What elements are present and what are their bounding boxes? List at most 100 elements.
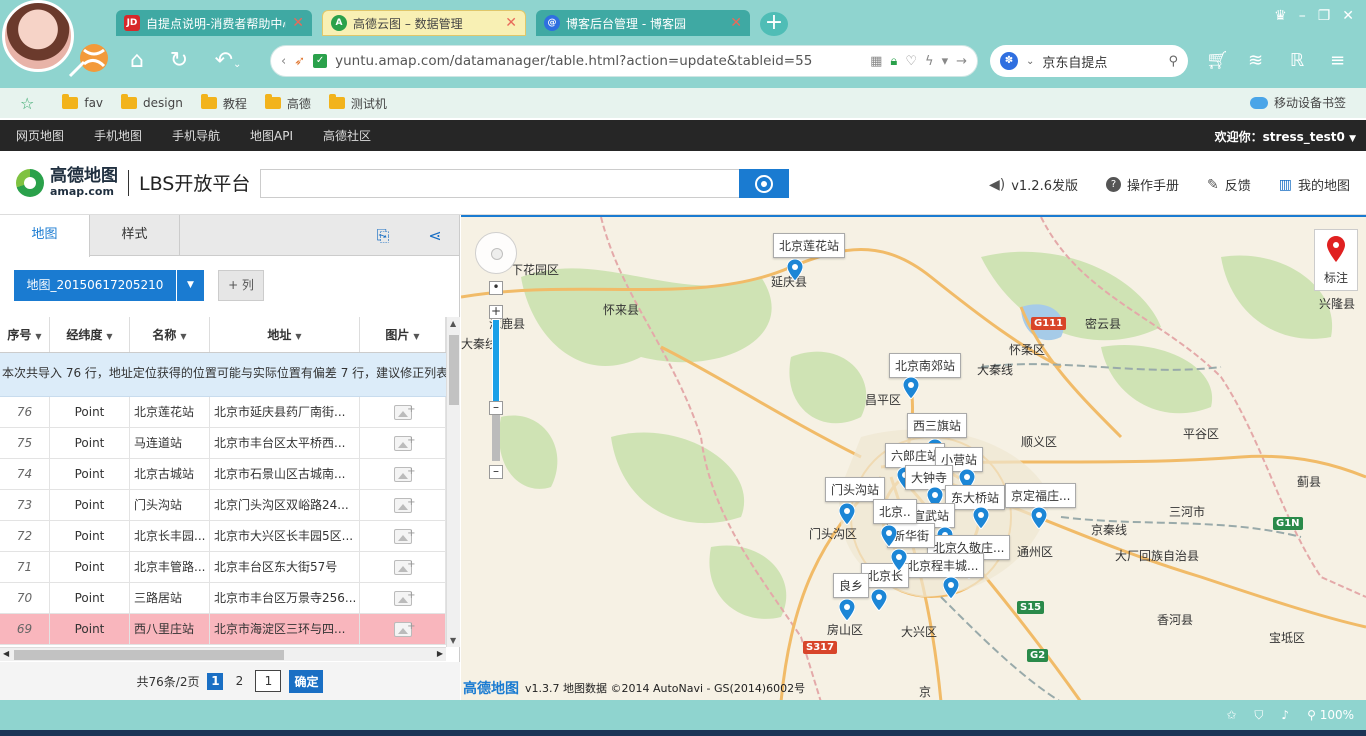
add-column-button[interactable]: + 列 bbox=[218, 270, 264, 301]
map-pan-control[interactable] bbox=[475, 232, 517, 274]
mobile-bookmarks[interactable]: 移动设备书签 bbox=[1249, 94, 1346, 111]
row-id[interactable]: 76 bbox=[0, 397, 50, 427]
col-header-image[interactable]: 图片 ▼ bbox=[360, 317, 446, 352]
row-id[interactable]: 73 bbox=[0, 490, 50, 520]
shield-icon[interactable]: ⛉ bbox=[1254, 708, 1263, 723]
table-row[interactable]: 70 Point 三路居站 北京市丰台区万景寺256... bbox=[0, 583, 446, 614]
tab-map[interactable]: 地图 bbox=[0, 215, 90, 257]
refresh-icon[interactable]: ↻ bbox=[166, 48, 192, 74]
row-address[interactable]: 北京市石景山区古城南... bbox=[210, 459, 360, 489]
nav-web-map[interactable]: 网页地图 bbox=[16, 127, 64, 144]
extension-icon[interactable]: ℝ bbox=[1290, 50, 1304, 71]
row-geo[interactable]: Point bbox=[50, 583, 130, 613]
table-row[interactable]: 72 Point 北京长丰园... 北京市大兴区长丰园5区... bbox=[0, 521, 446, 552]
favorite-star-icon[interactable]: ✩ bbox=[1226, 708, 1236, 723]
map-pin-icon[interactable] bbox=[891, 549, 907, 571]
table-row[interactable]: 69 Point 西八里庄站 北京市海淀区三环与四... bbox=[0, 614, 446, 645]
marker-label[interactable]: 北京.. bbox=[873, 499, 917, 524]
row-image-cell[interactable] bbox=[360, 614, 446, 644]
row-address[interactable]: 北京丰台区东大街57号 bbox=[210, 552, 360, 582]
row-name[interactable]: 北京莲花站 bbox=[130, 397, 210, 427]
add-image-icon[interactable] bbox=[393, 614, 416, 642]
page-jump-input[interactable]: 1 bbox=[255, 670, 282, 692]
new-tab-button[interactable]: + bbox=[760, 12, 788, 36]
search-text[interactable]: 京东自提点 bbox=[1042, 52, 1160, 71]
table-row[interactable]: 74 Point 北京古城站 北京市石景山区古城南... bbox=[0, 459, 446, 490]
col-header-name[interactable]: 名称 ▼ bbox=[130, 317, 210, 352]
tab-amap-datamanager[interactable]: A 高德云图 – 数据管理 ✕ bbox=[322, 10, 526, 36]
row-name[interactable]: 北京长丰园... bbox=[130, 521, 210, 551]
nav-community[interactable]: 高德社区 bbox=[323, 127, 371, 144]
wifi-icon[interactable]: ≋ bbox=[1248, 50, 1263, 71]
row-address[interactable]: 北京市延庆县药厂南街... bbox=[210, 397, 360, 427]
row-geo[interactable]: Point bbox=[50, 552, 130, 582]
row-address[interactable]: 北京市大兴区长丰园5区... bbox=[210, 521, 360, 551]
add-image-icon[interactable] bbox=[393, 397, 416, 425]
page-confirm-button[interactable]: 确定 bbox=[289, 669, 324, 693]
row-image-cell[interactable] bbox=[360, 490, 446, 520]
table-horizontal-scrollbar[interactable]: ◀ ▶ bbox=[0, 647, 446, 661]
header-search-input[interactable] bbox=[260, 169, 740, 198]
map-pin-icon[interactable] bbox=[903, 377, 919, 399]
import-icon[interactable]: ⎘ bbox=[373, 226, 393, 246]
release-notes-link[interactable]: ◀︎) v1.2.6发版 bbox=[989, 175, 1078, 195]
row-name[interactable]: 三路居站 bbox=[130, 583, 210, 613]
row-geo[interactable]: Point bbox=[50, 490, 130, 520]
zoom-handle[interactable]: – bbox=[489, 401, 503, 415]
add-image-icon[interactable] bbox=[393, 459, 416, 487]
zoom-level[interactable]: ⚲ 100% bbox=[1307, 708, 1354, 723]
row-image-cell[interactable] bbox=[360, 459, 446, 489]
zoom-in-button[interactable]: + bbox=[489, 305, 503, 319]
row-id[interactable]: 71 bbox=[0, 552, 50, 582]
restore-icon[interactable]: ❐ bbox=[1318, 8, 1331, 24]
page-2-button[interactable]: 2 bbox=[231, 673, 247, 690]
map-pin-icon[interactable] bbox=[943, 577, 959, 599]
row-image-cell[interactable] bbox=[360, 583, 446, 613]
volume-icon[interactable]: ♪ bbox=[1281, 708, 1289, 723]
row-image-cell[interactable] bbox=[360, 397, 446, 427]
marker-label[interactable]: 西三旗站 bbox=[907, 413, 968, 438]
marker-label[interactable]: 北京南郊站 bbox=[889, 353, 962, 378]
table-row[interactable]: 71 Point 北京丰管路... 北京丰台区东大街57号 bbox=[0, 552, 446, 583]
nav-mobile-navigation[interactable]: 手机导航 bbox=[172, 127, 220, 144]
col-header-address[interactable]: 地址 ▼ bbox=[210, 317, 360, 352]
marker-label[interactable]: 良乡 bbox=[833, 573, 870, 598]
tab-jd-help[interactable]: JD 自提点说明-消费者帮助中心 ✕ bbox=[116, 10, 312, 36]
feedback-link[interactable]: ✎ 反馈 bbox=[1207, 175, 1251, 195]
row-address[interactable]: 北京市海淀区三环与四... bbox=[210, 614, 360, 644]
qr-code-icon[interactable]: ▦ bbox=[870, 54, 882, 69]
row-geo[interactable]: Point bbox=[50, 521, 130, 551]
engine-dropdown-icon[interactable]: ⌄ bbox=[1026, 56, 1034, 67]
map-canvas[interactable]: 下花园区 延庆县 怀来县 涿鹿县 大秦线 密云县 兴隆县 怀柔区 大秦线 昌平区… bbox=[461, 215, 1366, 700]
baidu-paw-icon[interactable]: ✽ bbox=[1000, 52, 1018, 70]
add-image-icon[interactable] bbox=[393, 552, 416, 580]
map-pin-icon[interactable] bbox=[973, 507, 989, 529]
bookmark-design[interactable]: design bbox=[121, 94, 183, 110]
row-geo[interactable]: Point bbox=[50, 428, 130, 458]
row-geo[interactable]: Point bbox=[50, 614, 130, 644]
add-marker-control[interactable]: 标注 bbox=[1314, 229, 1358, 291]
table-vertical-scrollbar[interactable]: ▲ ▼ bbox=[446, 317, 460, 647]
home-icon[interactable]: ⌂ bbox=[124, 48, 150, 74]
row-image-cell[interactable] bbox=[360, 521, 446, 551]
bookmark-star-icon[interactable]: ☆ bbox=[20, 94, 34, 113]
nav-map-api[interactable]: 地图API bbox=[250, 127, 293, 144]
close-tab-icon[interactable]: ✕ bbox=[730, 15, 742, 31]
search-box[interactable]: ✽ ⌄ 京东自提点 ⚲ bbox=[990, 45, 1188, 77]
col-header-id[interactable]: 序号 ▼ bbox=[0, 317, 50, 352]
zoom-out-button[interactable]: – bbox=[489, 465, 503, 479]
row-address[interactable]: 北京市丰台区太平桥西... bbox=[210, 428, 360, 458]
zoom-marker-icon[interactable]: • bbox=[489, 281, 503, 295]
url-text[interactable]: yuntu.amap.com/datamanager/table.html?ac… bbox=[335, 53, 862, 69]
scroll-thumb[interactable] bbox=[449, 335, 459, 405]
cart-icon[interactable]: 🛒︎ bbox=[1206, 50, 1229, 71]
manual-link[interactable]: ? 操作手册 bbox=[1105, 175, 1179, 194]
undo-icon[interactable]: ↶⌄ bbox=[208, 48, 248, 74]
row-id[interactable]: 70 bbox=[0, 583, 50, 613]
skin-icon[interactable]: ♛ bbox=[1274, 8, 1287, 24]
row-id[interactable]: 72 bbox=[0, 521, 50, 551]
map-select-dropdown-icon[interactable]: ▼ bbox=[177, 270, 204, 301]
map-pin-icon[interactable] bbox=[1031, 507, 1047, 529]
back-arrow-icon[interactable]: ‹ bbox=[281, 54, 286, 69]
welcome-user-menu[interactable]: 欢迎你：stress_test0 ▼ bbox=[1215, 128, 1356, 145]
